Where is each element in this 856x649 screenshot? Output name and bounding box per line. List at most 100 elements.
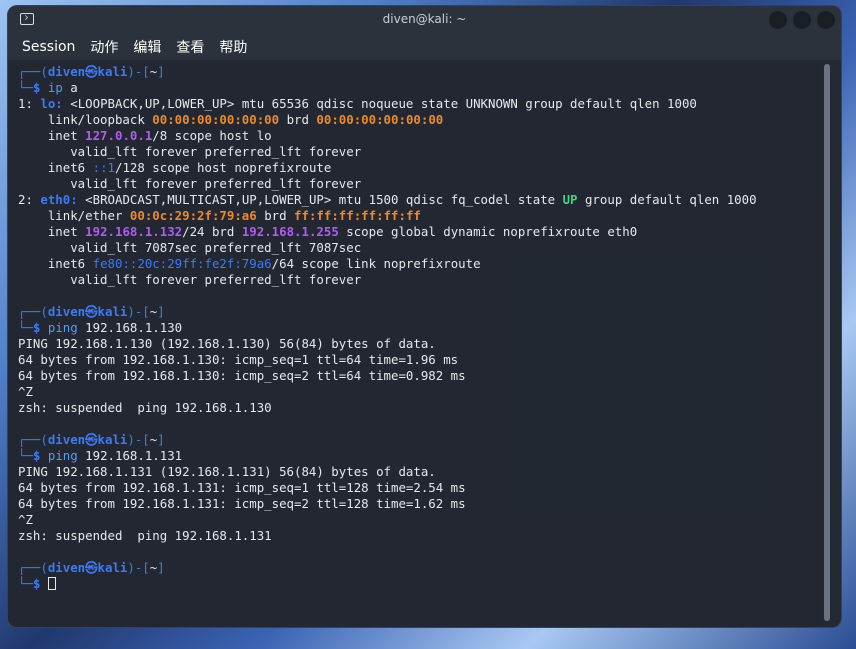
command-line: └─$ (18, 576, 823, 592)
close-button[interactable] (817, 11, 835, 29)
terminal-text: valid_lft forever preferred_lft forever (18, 176, 362, 191)
terminal-text: ^Z (18, 512, 33, 527)
maximize-button[interactable] (793, 11, 811, 29)
prompt-host: kali (97, 304, 128, 319)
terminal-text: 1: (18, 96, 41, 111)
terminal-text: inet6 (18, 160, 93, 175)
prompt-line: ┌──(diven㉿kali)-[~] (18, 432, 823, 448)
terminal-text: inet (18, 224, 86, 239)
terminal-text: 64 bytes from 192.168.1.130: icmp_seq=2 … (18, 368, 466, 383)
prompt-separator: )-[ (127, 560, 150, 575)
menu-actions[interactable]: 动作 (90, 37, 118, 57)
menu-edit[interactable]: 编辑 (133, 37, 161, 57)
prompt-separator: )-[ (127, 64, 150, 79)
output-line: link/ether 00:0c:29:2f:79:a6 brd ff:ff:f… (18, 208, 823, 224)
prompt-user: diven (47, 560, 86, 575)
terminal-text: fe80::20c:29ff:fe2f:79a6 (92, 256, 272, 271)
prompt-at: ㉿ (85, 432, 98, 447)
terminal-text: PING 192.168.1.131 (192.168.1.131) 56(84… (18, 464, 436, 479)
output-line: 64 bytes from 192.168.1.131: icmp_seq=2 … (18, 496, 823, 512)
terminal-text: ping (47, 320, 78, 335)
prompt-at: ㉿ (85, 64, 98, 79)
terminal-text: /24 brd (182, 224, 242, 239)
command-line: └─$ ping 192.168.1.131 (18, 448, 823, 464)
terminal-text: inet (18, 128, 86, 143)
terminal-text: ::1 (92, 160, 115, 175)
output-line: inet6 ::1/128 scope host noprefixroute (18, 160, 823, 176)
terminal-text: valid_lft forever preferred_lft forever (18, 272, 362, 287)
output-line: 2: eth0: <BROADCAST,MULTICAST,UP,LOWER_U… (18, 192, 823, 208)
terminal-text: PING 192.168.1.130 (192.168.1.130) 56(84… (18, 336, 436, 351)
prompt-separator: )-[ (127, 304, 150, 319)
output-line: valid_lft forever preferred_lft forever (18, 144, 823, 160)
scrollbar[interactable] (824, 64, 830, 621)
output-line: inet 192.168.1.132/24 brd 192.168.1.255 … (18, 224, 823, 240)
prompt-line: ┌──(diven㉿kali)-[~] (18, 560, 823, 576)
menu-session[interactable]: Session (22, 39, 75, 55)
title-bar[interactable]: diven@kali: ~ (8, 6, 841, 34)
terminal-text: group default qlen 1000 (577, 192, 757, 207)
prompt-user: diven (47, 432, 86, 447)
terminal-text: 192.168.1.132 (85, 224, 183, 239)
terminal-text: /8 scope host lo (152, 128, 272, 143)
prompt-sign: $ (32, 576, 41, 591)
minimize-button[interactable] (769, 11, 787, 29)
terminal-text: ip (47, 80, 63, 95)
menu-view[interactable]: 查看 (176, 37, 204, 57)
terminal-text: ^Z (18, 384, 33, 399)
prompt-end: ] (157, 64, 165, 79)
terminal-text: 00:0c:29:2f:79:a6 (129, 208, 257, 223)
prompt-sign: $ (32, 80, 41, 95)
output-line: 1: lo: <LOOPBACK,UP,LOWER_UP> mtu 65536 … (18, 96, 823, 112)
terminal-text: UP (562, 192, 578, 207)
terminal-text: 64 bytes from 192.168.1.130: icmp_seq=1 … (18, 352, 459, 367)
menu-help[interactable]: 帮助 (219, 37, 247, 57)
terminal-text: valid_lft forever preferred_lft forever (18, 144, 362, 159)
prompt-at: ㉿ (85, 304, 98, 319)
terminal-text: /64 scope link noprefixroute (271, 256, 481, 271)
prompt-end: ] (157, 560, 165, 575)
output-line: PING 192.168.1.131 (192.168.1.131) 56(84… (18, 464, 823, 480)
terminal-text: brd (279, 112, 317, 127)
output-line: zsh: suspended ping 192.168.1.130 (18, 400, 823, 416)
terminal-text: 127.0.0.1 (85, 128, 153, 143)
output-line: 64 bytes from 192.168.1.131: icmp_seq=1 … (18, 480, 823, 496)
terminal-text: zsh: suspended ping 192.168.1.130 (18, 400, 272, 415)
terminal-text: a (62, 80, 78, 95)
terminal-text: lo: (40, 96, 63, 111)
output-line: PING 192.168.1.130 (192.168.1.130) 56(84… (18, 336, 823, 352)
output-line: valid_lft 7087sec preferred_lft 7087sec (18, 240, 823, 256)
prompt-bottom: └─ (18, 448, 33, 463)
prompt-sign: $ (32, 320, 41, 335)
output-line: inet6 fe80::20c:29ff:fe2f:79a6/64 scope … (18, 256, 823, 272)
prompt-line: ┌──(diven㉿kali)-[~] (18, 304, 823, 320)
output-line: link/loopback 00:00:00:00:00:00 brd 00:0… (18, 112, 823, 128)
output-line: 64 bytes from 192.168.1.130: icmp_seq=1 … (18, 352, 823, 368)
prompt-user: diven (47, 304, 86, 319)
terminal-text: ping (47, 448, 78, 463)
prompt-top: ┌──( (18, 304, 48, 319)
terminal-text: zsh: suspended ping 192.168.1.131 (18, 528, 272, 543)
prompt-host: kali (97, 432, 128, 447)
prompt-end: ] (157, 304, 165, 319)
prompt-bottom: └─ (18, 80, 33, 95)
output-line: valid_lft forever preferred_lft forever (18, 176, 823, 192)
prompt-end: ] (157, 432, 165, 447)
output-line: ^Z (18, 512, 823, 528)
terminal-text: 192.168.1.131 (77, 448, 183, 463)
terminal-text: brd (256, 208, 295, 223)
prompt-top: ┌──( (18, 432, 48, 447)
terminal-text: <BROADCAST,MULTICAST,UP,LOWER_UP> mtu 15… (77, 192, 563, 207)
output-line: inet 127.0.0.1/8 scope host lo (18, 128, 823, 144)
terminal-output[interactable]: ┌──(diven㉿kali)-[~] └─$ ip a 1: lo: <LOOPB… (8, 60, 823, 627)
terminal-text: 2: (18, 192, 41, 207)
prompt-bottom: └─ (18, 320, 33, 335)
prompt-top: ┌──( (18, 560, 48, 575)
terminal-text: 192.168.1.255 (241, 224, 339, 239)
terminal-text: 00:00:00:00:00:00 (152, 112, 280, 127)
prompt-line: ┌──(diven㉿kali)-[~] (18, 64, 823, 80)
terminal-text: <LOOPBACK,UP,LOWER_UP> mtu 65536 qdisc n… (62, 96, 697, 111)
text-cursor (47, 577, 56, 590)
